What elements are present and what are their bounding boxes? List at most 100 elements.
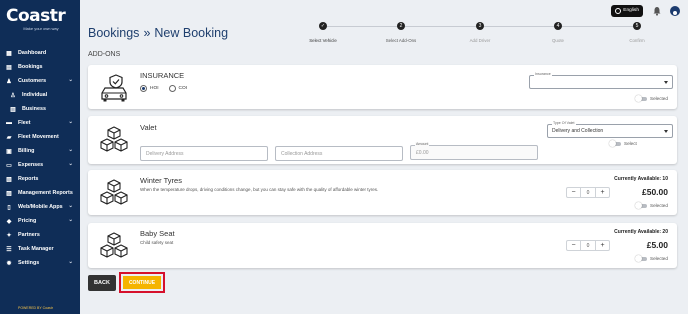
user-avatar-icon[interactable] (670, 5, 680, 16)
winter-tyres-toggle[interactable]: Selected (635, 201, 668, 209)
sidebar-item-fleet[interactable]: ▬ Fleet ⌄ (0, 116, 80, 130)
toggle-track[interactable] (635, 254, 647, 262)
chevron-down-icon[interactable]: ⌄ (68, 203, 73, 209)
valet-toggle[interactable]: Select (609, 139, 637, 147)
chevron-down-icon (664, 81, 668, 84)
chevron-down-icon[interactable]: ⌄ (68, 147, 73, 153)
baby-seat-toggle-label: Selected (650, 256, 668, 261)
logo[interactable]: Coastr Make your own way (6, 8, 76, 34)
winter-tyres-card: Winter Tyres When the temperature drops,… (88, 170, 677, 215)
insurance-select[interactable]: Insurance (529, 72, 673, 89)
step-add-driver: 3 Add Driver (450, 22, 510, 43)
sidebar-item-label: Business (22, 106, 46, 112)
decrement-button[interactable]: − (567, 188, 580, 197)
collection-address-input[interactable]: Collection Address (275, 146, 403, 161)
globe-icon (615, 7, 622, 14)
sidebar-item-pricing[interactable]: ◆ Pricing ⌄ (0, 214, 80, 228)
sidebar-item-partners[interactable]: ✦ Partners (0, 228, 80, 242)
reports-icon: ▧ (6, 176, 12, 183)
sidebar-item-label: Web/Mobile Apps (18, 204, 63, 210)
delivery-address-input[interactable]: Delivery Address (140, 146, 268, 161)
sidebar-item-dashboard[interactable]: ▦ Dashboard (0, 46, 80, 60)
powered-by: POWERED BY Coastr (18, 306, 53, 310)
winter-tyres-quantity-stepper: − 0 + (566, 187, 610, 198)
chevron-down-icon[interactable]: ⌄ (68, 161, 73, 167)
sidebar-item-settings[interactable]: ✹ Settings ⌄ (0, 256, 80, 270)
radio-hoi-indicator[interactable] (140, 85, 147, 92)
quantity-value[interactable]: 0 (580, 241, 596, 250)
boxes-icon (100, 126, 128, 152)
sidebar-item-business[interactable]: ▥ Business (0, 102, 80, 116)
radio-coi-indicator[interactable] (168, 85, 176, 92)
winter-tyres-price: £50.00 (642, 187, 668, 197)
valet-card: Valet Type Of Valet Delivery and Collect… (88, 116, 677, 164)
winter-tyres-toggle-label: Selected (650, 203, 668, 208)
step-number: 2 (397, 22, 405, 30)
sidebar-item-bookings[interactable]: ▤ Bookings (0, 60, 80, 74)
chevron-down-icon[interactable]: ⌄ (68, 259, 73, 265)
valet-type-label: Type Of Valet (552, 121, 576, 125)
language-label: English (623, 8, 639, 13)
toggle-track[interactable] (609, 139, 621, 147)
sidebar-item-reports[interactable]: ▧ Reports (0, 172, 80, 186)
sidebar: Coastr Make your own way ▦ Dashboard ▤ Book… (0, 0, 80, 314)
decrement-button[interactable]: − (567, 241, 580, 250)
breadcrumb-bookings[interactable]: Bookings (88, 26, 139, 40)
breadcrumb-new-booking: New Booking (154, 26, 229, 40)
valet-type-value: Delivery and Collection (552, 128, 604, 134)
increment-button[interactable]: + (596, 241, 609, 250)
winter-tyres-title: Winter Tyres (140, 176, 182, 185)
step-number: 3 (476, 22, 484, 30)
step-select-add-ons: 2 Select Add-Ons (371, 22, 431, 43)
sidebar-item-task-manager[interactable]: ☰ Task Manager (0, 242, 80, 256)
valet-toggle-label: Select (624, 141, 637, 146)
sidebar-item-label: Management Reports (18, 190, 73, 196)
sidebar-item-management-reports[interactable]: ▨ Management Reports (0, 186, 80, 200)
apps-icon: ▯ (7, 204, 11, 211)
amount-input[interactable]: Amount £0.00 (410, 142, 538, 160)
person-icon: ♙ (10, 92, 16, 99)
sidebar-item-label: Billing (18, 148, 35, 154)
toggle-track[interactable] (635, 201, 647, 209)
valet-type-select[interactable]: Type Of Valet Delivery and Collection (547, 121, 673, 138)
toggle-knob (609, 139, 616, 147)
winter-tyres-description: When the temperature drops, driving cond… (140, 187, 379, 192)
sidebar-item-label: Reports (18, 176, 39, 182)
sidebar-item-web-mobile-apps[interactable]: ▯ Web/Mobile Apps ⌄ (0, 200, 80, 214)
logo-tagline: Make your own way (23, 26, 59, 31)
sidebar-item-expenses[interactable]: ▭ Expenses ⌄ (0, 158, 80, 172)
sidebar-item-label: Customers (18, 78, 47, 84)
increment-button[interactable]: + (596, 188, 609, 197)
radio-coi[interactable]: COI (168, 85, 188, 92)
sidebar-item-label: Fleet (18, 120, 31, 126)
booking-stepper: ✓ Select Vehicle 2 Select Add-Ons 3 Add Drive… (300, 19, 660, 47)
sidebar-item-billing[interactable]: ▣ Billing ⌄ (0, 144, 80, 158)
chevron-down-icon[interactable]: ⌄ (68, 119, 73, 125)
sidebar-item-label: Individual (22, 92, 48, 98)
chevron-down-icon[interactable]: ⌄ (68, 77, 73, 83)
radio-coi-label: COI (178, 86, 188, 91)
quantity-value[interactable]: 0 (580, 188, 596, 197)
tasks-icon: ☰ (6, 246, 12, 253)
baby-seat-price: £5.00 (646, 240, 668, 250)
bookings-icon: ▤ (6, 64, 12, 71)
sidebar-item-label: Expenses (18, 162, 44, 168)
chart-icon: ▨ (6, 190, 12, 197)
insurance-toggle[interactable]: Selected (635, 94, 668, 102)
baby-seat-toggle[interactable]: Selected (635, 254, 668, 262)
step-label: Add Driver (469, 38, 491, 43)
language-button[interactable]: English (611, 4, 643, 17)
toggle-track[interactable] (635, 94, 647, 102)
chevron-down-icon[interactable]: ⌄ (68, 217, 73, 223)
sidebar-item-customers[interactable]: ♟ Customers ⌄ (0, 74, 80, 88)
bell-icon[interactable] (652, 6, 662, 16)
radio-hoi-label: HOI (150, 86, 159, 91)
continue-button[interactable]: CONTINUE (123, 276, 161, 289)
boxes-icon (100, 179, 128, 205)
section-title: ADD-ONS (88, 51, 121, 58)
sidebar-item-fleet-movement[interactable]: ▰ Fleet Movement (0, 130, 80, 144)
radio-hoi[interactable]: HOI (140, 85, 159, 92)
baby-seat-card: Baby Seat Child safety seat Currently Av… (88, 223, 677, 268)
sidebar-item-individual[interactable]: ♙ Individual (0, 88, 80, 102)
back-button[interactable]: BACK (88, 275, 116, 291)
